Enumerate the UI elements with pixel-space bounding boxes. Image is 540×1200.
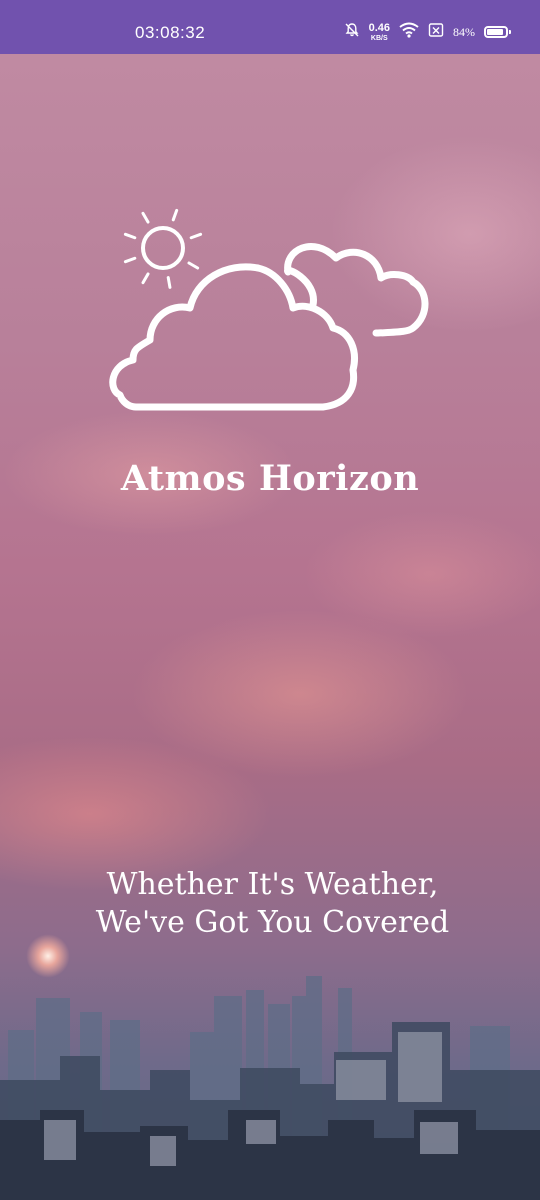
bell-off-icon [344, 22, 360, 42]
status-time: 03:08:32 [135, 23, 206, 42]
status-icons: 0.46 KB/S 84% [344, 21, 511, 42]
tagline-line-1: Whether It's Weather, [106, 867, 439, 902]
sun-behind-clouds-icon [109, 208, 429, 411]
network-speed-value: 0.46 [368, 21, 390, 34]
splash-screen: 03:08:32 0.46 KB/S 84% Atmos Horizon Whe… [0, 0, 540, 1200]
wifi-icon [399, 22, 419, 42]
network-speed: 0.46 KB/S [368, 21, 390, 42]
sim-off-icon [428, 22, 444, 42]
tagline-line-2: We've Got You Covered [95, 905, 450, 940]
network-speed-unit: KB/S [370, 34, 388, 42]
battery-level [487, 29, 503, 35]
city-skyline [0, 976, 540, 1200]
tagline: Whether It's Weather, We've Got You Cove… [0, 866, 540, 942]
app-title: Atmos Horizon [120, 458, 420, 499]
status-bar: 03:08:32 0.46 KB/S 84% [0, 0, 540, 54]
battery-percent: 84% [453, 24, 475, 39]
battery-icon [484, 26, 511, 38]
